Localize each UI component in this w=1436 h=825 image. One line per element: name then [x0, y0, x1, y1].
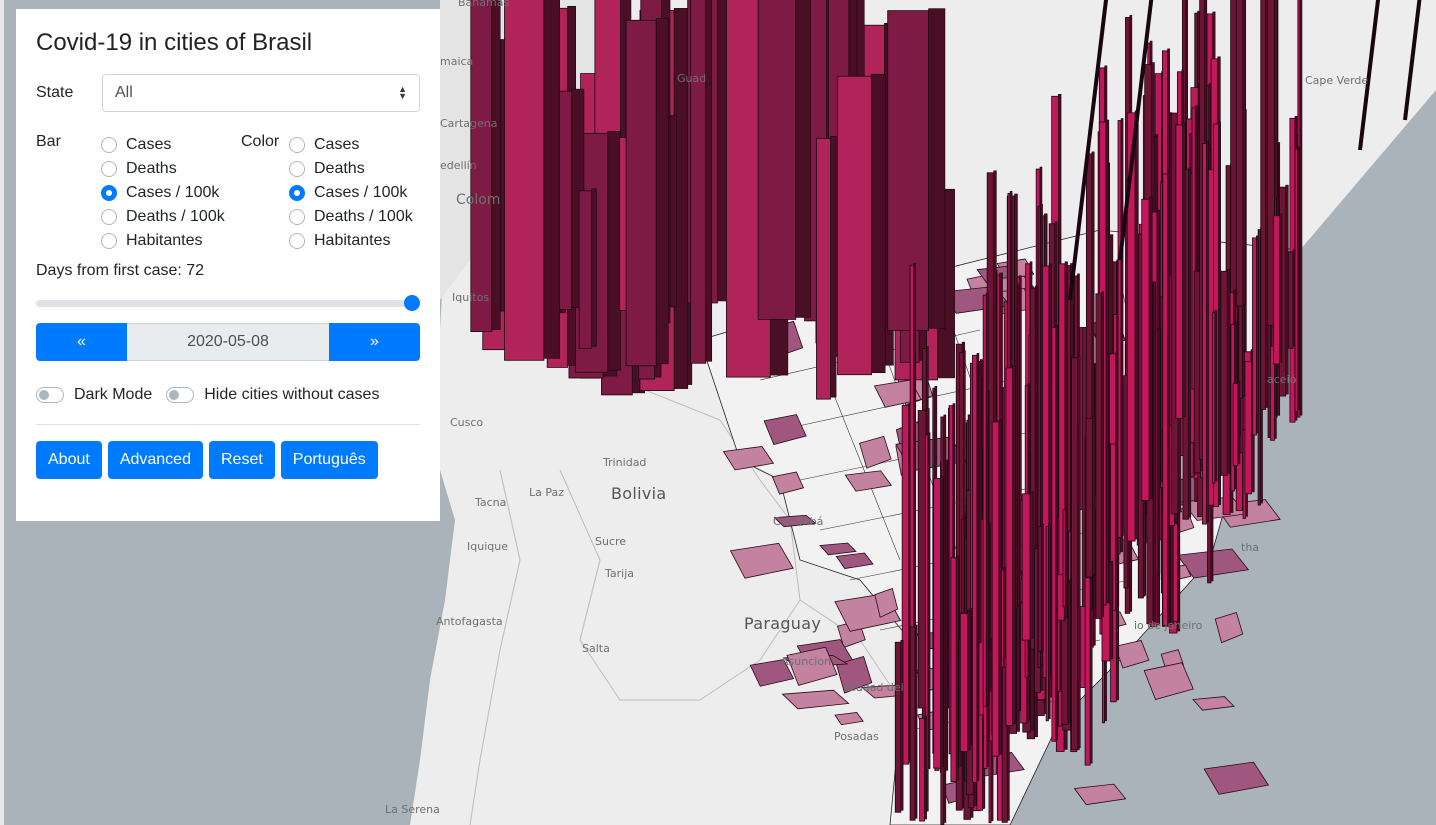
- bar-option[interactable]: Habitantes: [101, 229, 225, 253]
- color-label: Color: [241, 132, 280, 150]
- map-label-paraguay: Paraguay: [744, 614, 822, 633]
- slider-track[interactable]: [36, 299, 420, 307]
- map-label-iquique: Iquique: [467, 540, 508, 553]
- map-label-posadas: Posadas: [834, 730, 879, 743]
- reset-button[interactable]: Reset: [208, 440, 275, 479]
- metric-options: Bar Cases Deaths Cases / 100k Deaths / 100k…: [36, 126, 420, 250]
- slider-thumb[interactable]: [404, 294, 420, 311]
- hide-cities-label: Hide cities without cases: [204, 385, 380, 403]
- color-option-label: Habitantes: [314, 231, 391, 249]
- color-option[interactable]: Habitantes: [289, 229, 413, 253]
- bar-radio[interactable]: [101, 136, 117, 153]
- color-radio[interactable]: [289, 184, 305, 201]
- state-select[interactable]: All ▲ ▼: [102, 73, 420, 112]
- map-label-salta: Salta: [582, 642, 610, 655]
- map-label-bolivia: Bolivia: [611, 484, 667, 503]
- map-label-jamaica: maica: [440, 55, 474, 68]
- color-option-label: Deaths: [314, 159, 365, 177]
- color-radio[interactable]: [289, 160, 305, 177]
- color-option-label: Deaths / 100k: [314, 207, 413, 225]
- map-label-cusco: Cusco: [450, 416, 484, 429]
- map-label-bahamas: Bahamas: [458, 0, 510, 9]
- color-option-label: Cases / 100k: [314, 183, 408, 201]
- color-radio[interactable]: [289, 136, 305, 153]
- map-label-sucre: Sucre: [595, 535, 627, 548]
- bar-option[interactable]: Cases / 100k: [101, 181, 225, 205]
- state-label: State: [36, 83, 74, 101]
- bar-radio[interactable]: [101, 208, 117, 225]
- bar-option[interactable]: Deaths: [101, 157, 225, 181]
- map-label-la-paz: La Paz: [529, 486, 565, 499]
- color-option[interactable]: Deaths / 100k: [289, 205, 413, 229]
- divider: [36, 423, 420, 425]
- days-label: Days from first case: 72: [36, 261, 205, 279]
- map-label-antofagasta: Antofagasta: [436, 615, 503, 628]
- color-option[interactable]: Cases / 100k: [289, 181, 413, 205]
- map-label-rio: io de Janeiro: [1134, 619, 1203, 632]
- prev-day-button[interactable]: «: [36, 322, 127, 361]
- about-button[interactable]: About: [36, 440, 102, 479]
- current-date: 2020-05-08: [127, 322, 329, 361]
- bar-radio[interactable]: [101, 232, 117, 249]
- bar-radio-group: Cases Deaths Cases / 100k Deaths / 100k Habi…: [101, 133, 225, 253]
- bar-option-label: Deaths / 100k: [126, 207, 225, 225]
- dark-mode-toggle[interactable]: [36, 386, 64, 403]
- language-button[interactable]: Português: [280, 440, 378, 479]
- bar-option[interactable]: Deaths / 100k: [101, 205, 225, 229]
- map-label-tarija: Tarija: [605, 567, 635, 580]
- bar-option-label: Cases: [126, 135, 172, 153]
- map-label-maceio: aceió: [1267, 373, 1297, 386]
- control-panel: Covid-19 in cities of Brasil State All ▲…: [16, 9, 440, 521]
- map-label-guad: Guad: [677, 72, 707, 85]
- bar-radio[interactable]: [101, 184, 117, 201]
- color-option-label: Cases: [314, 135, 360, 153]
- map-label-natal: tha: [1241, 541, 1260, 554]
- bar-option-label: Habitantes: [126, 231, 203, 249]
- bar-option-label: Deaths: [126, 159, 177, 177]
- next-day-button[interactable]: »: [329, 322, 420, 361]
- bar-option[interactable]: Cases: [101, 133, 225, 157]
- color-radio-group: Cases Deaths Cases / 100k Deaths / 100k Habi…: [289, 133, 413, 253]
- map-label-la-serena: La Serena: [385, 803, 440, 816]
- bar-label: Bar: [36, 132, 61, 150]
- map-label-cape-verde: Cape Verde: [1305, 74, 1369, 87]
- map-label-ciudad: Ciudad del: [845, 681, 904, 694]
- hide-cities-toggle[interactable]: [166, 386, 195, 403]
- map-label-corumba: Corumbá: [773, 515, 824, 528]
- map-label-tacna: Tacna: [475, 496, 507, 509]
- day-slider[interactable]: [36, 290, 420, 314]
- bar-option-label: Cases / 100k: [126, 183, 220, 201]
- map-label-medellin: edellín: [440, 159, 477, 172]
- page-title: Covid-19 in cities of Brasil: [36, 29, 313, 56]
- map-label-colombia: Colom: [456, 192, 501, 208]
- map-label-asuncion: Asuncion: [781, 655, 832, 668]
- map-label-cartagena: Cartagena: [440, 117, 498, 130]
- color-radio[interactable]: [289, 232, 305, 249]
- bar-radio[interactable]: [101, 160, 117, 177]
- dark-mode-label: Dark Mode: [74, 385, 153, 403]
- color-radio[interactable]: [289, 208, 305, 225]
- color-option[interactable]: Cases: [289, 133, 413, 157]
- map-label-trinidad: Trinidad: [603, 456, 647, 469]
- advanced-button[interactable]: Advanced: [107, 440, 203, 479]
- color-option[interactable]: Deaths: [289, 157, 413, 181]
- select-arrows-icon: ▲ ▼: [398, 83, 407, 101]
- state-select-value: All: [115, 83, 133, 101]
- map-label-iquitos: Iquitos: [452, 291, 490, 304]
